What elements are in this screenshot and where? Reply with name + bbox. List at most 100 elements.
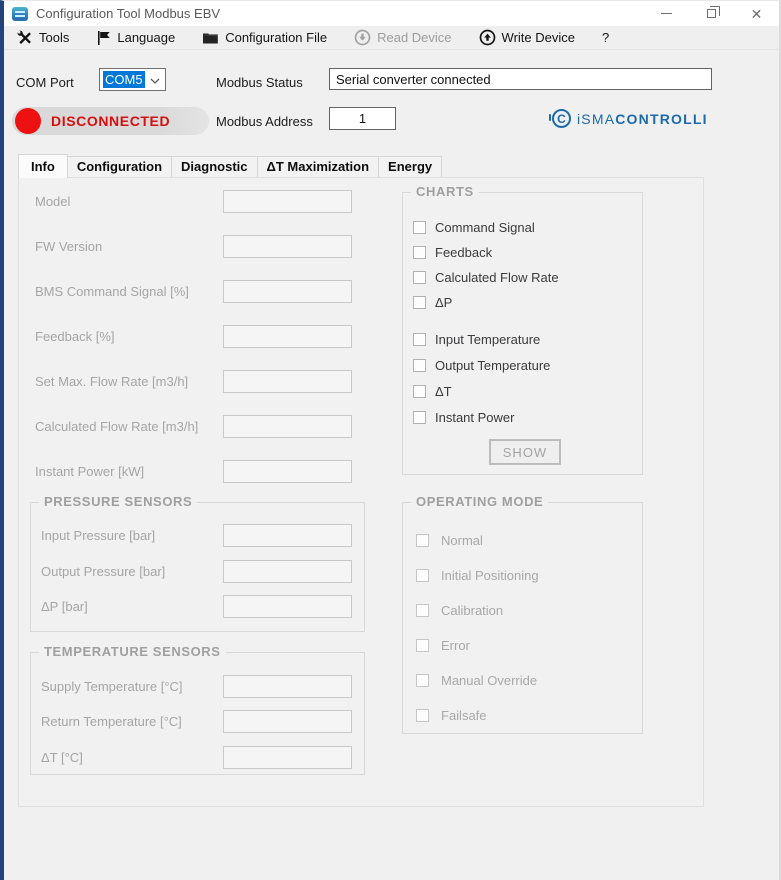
app-icon	[12, 7, 28, 21]
tools-icon	[17, 30, 33, 46]
output-temperature-label: Output Temperature	[435, 358, 550, 373]
chart-option-delta-p[interactable]: ΔP	[413, 293, 452, 311]
field-row-fw-version: FW Version	[35, 235, 368, 258]
show-button[interactable]: SHOW	[489, 439, 561, 465]
input-temperature-checkbox[interactable]	[413, 333, 426, 346]
chevron-down-icon	[150, 71, 160, 89]
field-row-supply-temperature: Supply Temperature [°C]	[41, 675, 361, 698]
minimize-button[interactable]	[644, 1, 689, 26]
feedback-field	[223, 325, 352, 348]
tab-diagnostic[interactable]: Diagnostic	[171, 156, 257, 177]
command-signal-checkbox[interactable]	[413, 221, 426, 234]
field-row-input-pressure: Input Pressure [bar]	[41, 524, 361, 547]
field-row-output-pressure: Output Pressure [bar]	[41, 560, 361, 583]
com-port-value: COM5	[103, 71, 145, 88]
chart-option-command-signal[interactable]: Command Signal	[413, 218, 535, 236]
menu-configuration-file[interactable]: Configuration File	[202, 30, 327, 46]
chart-option-output-temperature[interactable]: Output Temperature	[413, 356, 550, 374]
menu-configuration-file-label: Configuration File	[225, 30, 327, 45]
chart-option-feedback[interactable]: Feedback	[413, 243, 492, 261]
feedback-checkbox[interactable]	[413, 246, 426, 259]
menu-tools-label: Tools	[39, 30, 69, 45]
flag-icon	[96, 30, 111, 46]
output-pressure-label: Output Pressure [bar]	[41, 564, 165, 579]
menu-write-device-label: Write Device	[502, 30, 575, 45]
input-pressure-label: Input Pressure [bar]	[41, 528, 155, 543]
field-row-delta-t: ΔT [°C]	[41, 746, 361, 769]
tab-energy[interactable]: Energy	[378, 156, 442, 177]
input-temperature-label: Input Temperature	[435, 332, 540, 347]
menu-help[interactable]: ?	[602, 30, 609, 45]
restore-icon	[707, 9, 716, 18]
field-row-feedback: Feedback [%]	[35, 325, 368, 348]
failsafe-checkbox[interactable]	[416, 709, 429, 722]
model-label: Model	[35, 194, 70, 209]
title-bar: Configuration Tool Modbus EBV ✕	[4, 1, 779, 26]
bms-command-label: BMS Command Signal [%]	[35, 284, 189, 299]
pressure-sensors-title: PRESSURE SENSORS	[39, 494, 197, 509]
delta-t-label: ΔT [°C]	[41, 750, 83, 765]
instant-power-label: Instant Power [kW]	[35, 464, 144, 479]
mode-normal[interactable]: Normal	[416, 531, 483, 549]
modbus-status-field[interactable]: Serial converter connected	[329, 68, 712, 90]
connection-status-indicator: DISCONNECTED	[12, 107, 209, 135]
tab-configuration[interactable]: Configuration	[67, 156, 172, 177]
output-pressure-field	[223, 560, 352, 583]
tab-dt-maximization[interactable]: ΔT Maximization	[257, 156, 380, 177]
chart-option-delta-t[interactable]: ΔT	[413, 382, 452, 400]
return-temperature-label: Return Temperature [°C]	[41, 714, 182, 729]
manual-override-checkbox[interactable]	[416, 674, 429, 687]
fw-version-label: FW Version	[35, 239, 102, 254]
mode-manual-override[interactable]: Manual Override	[416, 671, 537, 689]
brand-name-regular: iSMA	[577, 111, 615, 127]
feedback-label: Feedback [%]	[35, 329, 115, 344]
window-title: Configuration Tool Modbus EBV	[36, 6, 220, 21]
mode-error[interactable]: Error	[416, 636, 470, 654]
delta-t-checkbox[interactable]	[413, 385, 426, 398]
restore-button[interactable]	[689, 1, 734, 26]
com-port-select[interactable]: COM5	[99, 68, 166, 91]
calibration-label: Calibration	[441, 603, 503, 618]
mode-calibration[interactable]: Calibration	[416, 601, 503, 619]
modbus-address-field[interactable]: 1	[329, 107, 396, 130]
modbus-address-label: Modbus Address	[216, 114, 313, 129]
menu-language[interactable]: Language	[96, 30, 175, 46]
instant-power-field	[223, 460, 352, 483]
menu-read-device[interactable]: Read Device	[354, 29, 451, 46]
chart-option-calculated-flow[interactable]: Calculated Flow Rate	[413, 268, 559, 286]
instant-power-checkbox[interactable]	[413, 411, 426, 424]
temperature-sensors-group: TEMPERATURE SENSORS Supply Temperature […	[30, 652, 365, 775]
tab-info[interactable]: Info	[18, 154, 68, 178]
isma-controlli-logo: C iSMACONTROLLI	[552, 109, 708, 128]
field-row-set-max-flow: Set Max. Flow Rate [m3/h]	[35, 370, 368, 393]
charts-group: CHARTS Command Signal Feedback Calculate…	[402, 192, 643, 475]
menu-tools[interactable]: Tools	[17, 30, 69, 46]
calculated-flow-checkbox[interactable]	[413, 271, 426, 284]
field-row-instant-power: Instant Power [kW]	[35, 460, 368, 483]
chart-option-input-temperature[interactable]: Input Temperature	[413, 330, 540, 348]
calculated-flow-chart-label: Calculated Flow Rate	[435, 270, 559, 285]
delta-p-checkbox[interactable]	[413, 296, 426, 309]
model-field	[223, 190, 352, 213]
error-checkbox[interactable]	[416, 639, 429, 652]
calibration-checkbox[interactable]	[416, 604, 429, 617]
menu-write-device[interactable]: Write Device	[479, 29, 575, 46]
mode-failsafe[interactable]: Failsafe	[416, 706, 487, 724]
tab-strip: Info Configuration Diagnostic ΔT Maximiz…	[18, 154, 441, 177]
input-pressure-field	[223, 524, 352, 547]
set-max-flow-field	[223, 370, 352, 393]
app-window: Configuration Tool Modbus EBV ✕ Tools La…	[0, 0, 781, 880]
folder-icon	[202, 30, 219, 46]
chart-option-instant-power[interactable]: Instant Power	[413, 408, 515, 426]
close-button[interactable]: ✕	[734, 1, 779, 26]
fw-version-field	[223, 235, 352, 258]
initial-positioning-checkbox[interactable]	[416, 569, 429, 582]
supply-temperature-field	[223, 675, 352, 698]
operating-mode-group: OPERATING MODE Normal Initial Positionin…	[402, 502, 643, 734]
mode-initial-positioning[interactable]: Initial Positioning	[416, 566, 539, 584]
field-row-model: Model	[35, 190, 368, 213]
output-temperature-checkbox[interactable]	[413, 359, 426, 372]
failsafe-label: Failsafe	[441, 708, 487, 723]
feedback-chart-label: Feedback	[435, 245, 492, 260]
normal-checkbox[interactable]	[416, 534, 429, 547]
